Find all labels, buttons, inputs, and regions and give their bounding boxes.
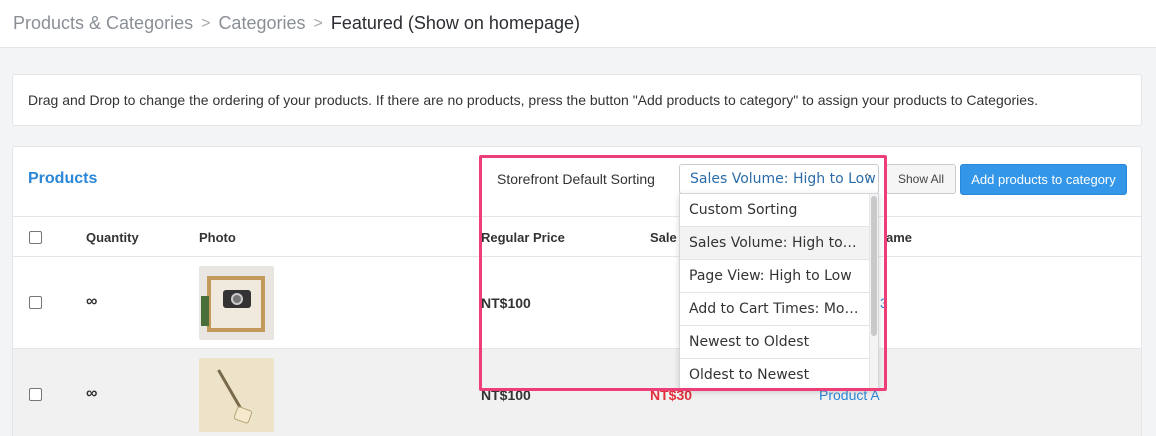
- sort-option-oldest[interactable]: Oldest to Newest: [680, 359, 870, 389]
- dropdown-scroll-thumb[interactable]: [871, 196, 877, 336]
- dropdown-scrollbar[interactable]: [869, 194, 878, 389]
- breadcrumb-separator: >: [201, 14, 211, 32]
- products-panel: Products Storefront Default Sorting Sale…: [12, 146, 1142, 436]
- row-checkbox[interactable]: [29, 296, 42, 309]
- breadcrumb: Products & Categories > Categories > Fea…: [0, 0, 1156, 48]
- info-box: Drag and Drop to change the ordering of …: [12, 74, 1142, 126]
- breadcrumb-current-page: Featured (Show on homepage): [330, 13, 580, 33]
- sort-option-label: Custom Sorting: [689, 202, 798, 218]
- sort-select-value: Sales Volume: High to Low: [690, 171, 876, 187]
- breadcrumb-categories[interactable]: Categories: [218, 13, 305, 34]
- sort-option-label: Oldest to Newest: [689, 367, 810, 383]
- product-photo[interactable]: [199, 358, 274, 432]
- photo-plant: [201, 296, 209, 326]
- row-product-name-link[interactable]: 3: [880, 295, 888, 311]
- sort-option-sales-volume[interactable]: Sales Volume: High to Low: [680, 227, 870, 260]
- header-name: ame: [886, 230, 913, 245]
- panel-title: Products: [28, 170, 98, 187]
- header-quantity: Quantity: [86, 230, 139, 245]
- sort-option-label: Add to Cart Times: More to Less: [689, 301, 861, 317]
- header-photo: Photo: [199, 230, 236, 245]
- row-regular-price: NT$100: [481, 295, 531, 311]
- sort-select[interactable]: Sales Volume: High to Low ˄: [679, 164, 879, 194]
- select-all-checkbox[interactable]: [29, 231, 42, 244]
- product-photo[interactable]: [199, 266, 274, 340]
- sort-option-label: Newest to Oldest: [689, 334, 810, 350]
- sort-option-label: Sales Volume: High to Low: [689, 235, 861, 251]
- row-checkbox[interactable]: [29, 388, 42, 401]
- sort-option-page-view[interactable]: Page View: High to Low: [680, 260, 870, 293]
- photo-tag: [233, 405, 253, 425]
- sort-option-newest[interactable]: Newest to Oldest: [680, 326, 870, 359]
- header-sale-price: Sale: [650, 230, 677, 245]
- sort-dropdown-menu: Custom Sorting Sales Volume: High to Low…: [679, 193, 879, 390]
- header-regular-price: Regular Price: [481, 230, 565, 245]
- table-row[interactable]: ∞ NT$100 3: [13, 257, 1141, 349]
- sort-option-add-to-cart[interactable]: Add to Cart Times: More to Less: [680, 293, 870, 326]
- panel-header: Products Storefront Default Sorting Sale…: [13, 147, 1141, 217]
- photo-camera-lens: [231, 293, 243, 305]
- breadcrumb-products-categories[interactable]: Products & Categories: [13, 13, 193, 34]
- row-regular-price: NT$100: [481, 387, 531, 403]
- add-products-button[interactable]: Add products to category: [960, 164, 1127, 195]
- show-all-button[interactable]: Show All: [886, 164, 956, 194]
- sort-option-label: Page View: High to Low: [689, 268, 852, 284]
- sort-option-custom[interactable]: Custom Sorting: [680, 194, 870, 227]
- table-row[interactable]: ∞ NT$100 NT$30 Product A: [13, 349, 1141, 436]
- row-quantity: ∞: [86, 385, 98, 402]
- info-text: Drag and Drop to change the ordering of …: [28, 92, 1038, 108]
- table-header: Quantity Photo Regular Price Sale ame: [13, 217, 1141, 257]
- chevron-up-icon: ˄: [864, 172, 871, 185]
- sort-label: Storefront Default Sorting: [497, 171, 655, 187]
- row-quantity: ∞: [86, 293, 98, 310]
- breadcrumb-separator: >: [313, 14, 323, 32]
